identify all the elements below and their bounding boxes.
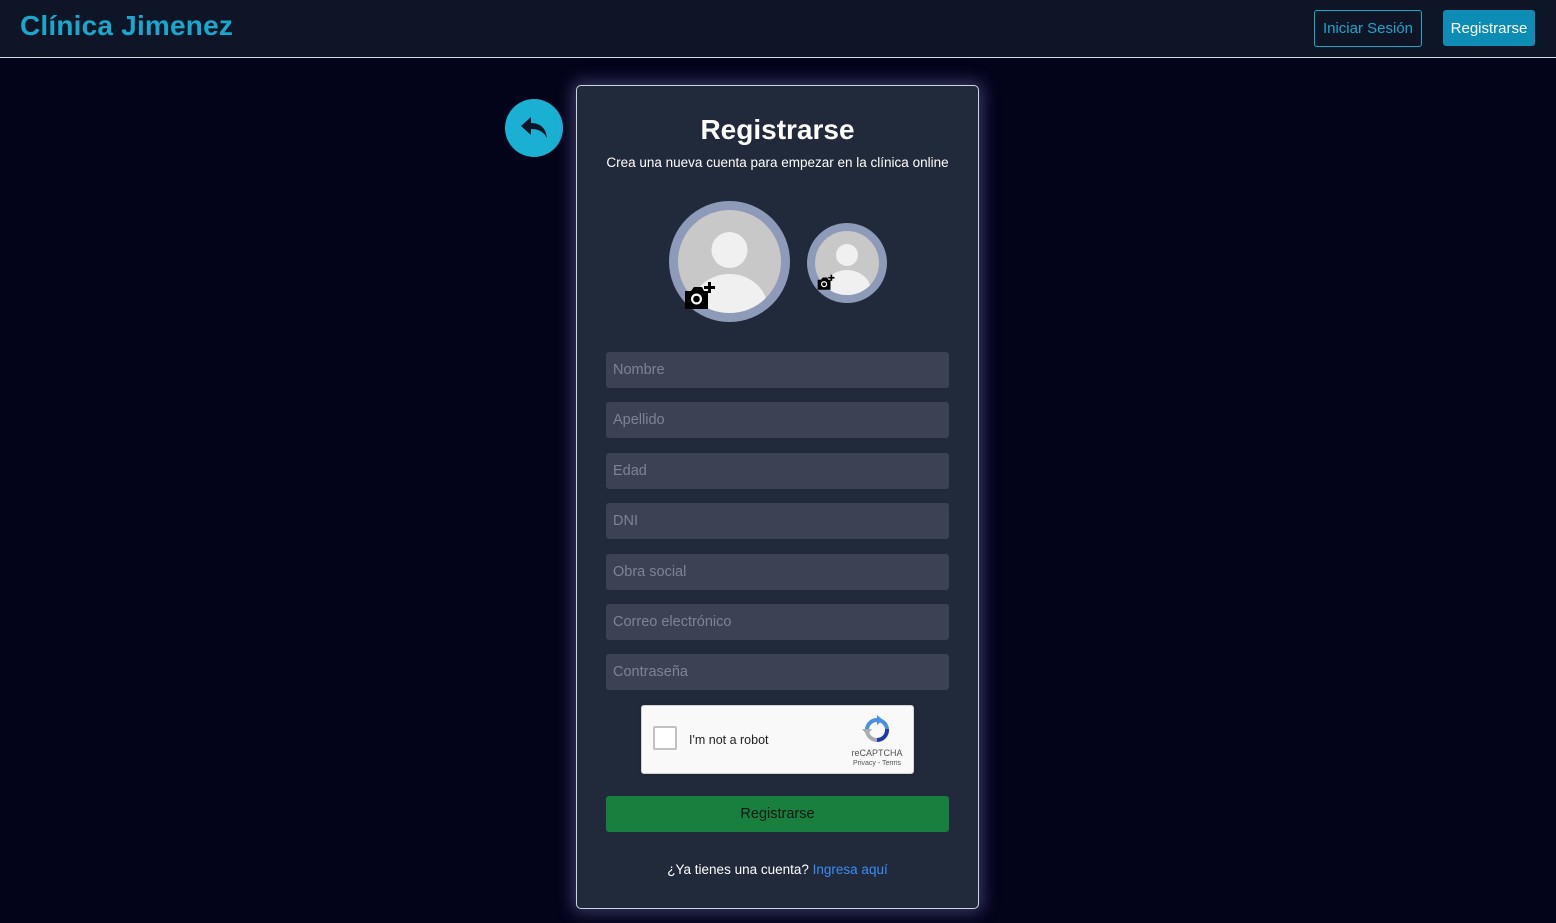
obra-social-input[interactable] <box>606 554 949 590</box>
profile-photo-upload-2[interactable] <box>807 223 887 303</box>
register-nav-button[interactable]: Registrarse <box>1443 10 1535 46</box>
recaptcha-widget: I'm not a robot reCAPTCHA Privacy - Term… <box>641 705 914 774</box>
recaptcha-brand: reCAPTCHA <box>851 748 903 758</box>
login-link[interactable]: Ingresa aquí <box>813 862 888 877</box>
recaptcha-privacy-terms[interactable]: Privacy - Terms <box>842 760 912 767</box>
email-input[interactable] <box>606 604 949 640</box>
profile-photo-upload-1[interactable] <box>669 201 790 322</box>
brand-title[interactable]: Clínica Jimenez <box>20 10 233 42</box>
form-subtitle: Crea una nueva cuenta para empezar en la… <box>606 155 949 170</box>
dni-input[interactable] <box>606 503 949 539</box>
register-card: Registrarse Crea una nueva cuenta para e… <box>576 85 979 909</box>
edad-input[interactable] <box>606 453 949 489</box>
camera-plus-icon <box>817 274 835 290</box>
password-input[interactable] <box>606 654 949 690</box>
nombre-input[interactable] <box>606 352 949 388</box>
recaptcha-logo-icon <box>862 715 890 743</box>
back-button[interactable] <box>505 99 563 157</box>
login-prompt-text: ¿Ya tienes una cuenta? <box>667 862 809 877</box>
register-submit-button[interactable]: Registrarse <box>606 796 949 832</box>
apellido-input[interactable] <box>606 402 949 438</box>
form-title: Registrarse <box>700 114 855 145</box>
recaptcha-checkbox[interactable] <box>653 726 677 750</box>
recaptcha-label: I'm not a robot <box>689 733 769 747</box>
camera-plus-icon <box>685 282 715 309</box>
reply-arrow-icon <box>521 117 547 138</box>
login-prompt: ¿Ya tienes una cuenta? Ingresa aquí <box>577 862 978 877</box>
login-button[interactable]: Iniciar Sesión <box>1314 10 1422 47</box>
top-navbar: Clínica Jimenez Iniciar Sesión Registrar… <box>0 0 1556 58</box>
